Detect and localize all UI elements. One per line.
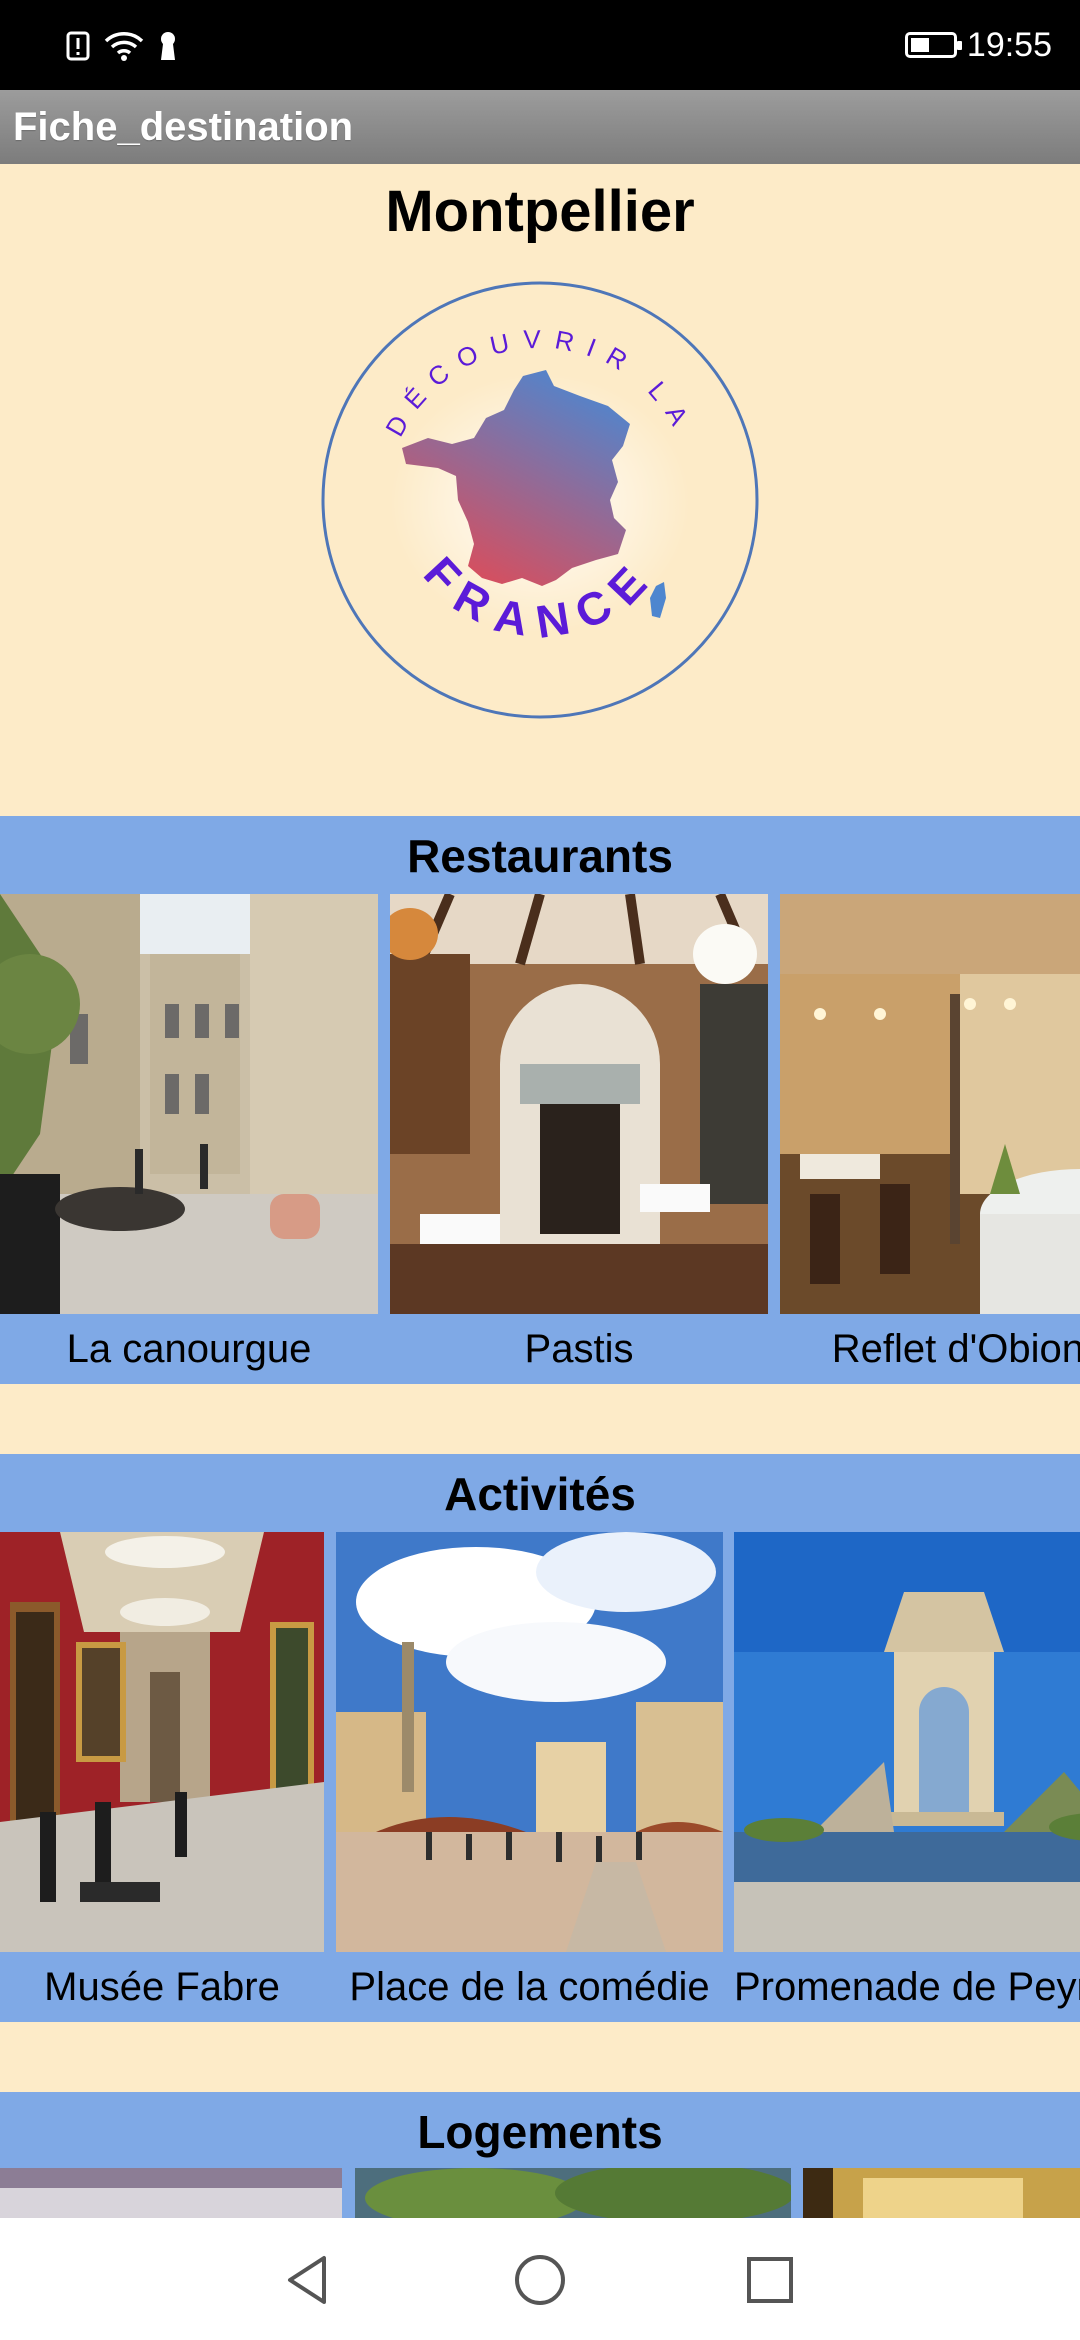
page-title: Montpellier [385,179,695,244]
section-header-activites: Activités [0,1454,1080,1534]
logement-photo[interactable] [803,2168,1080,2218]
decouvrir-la-france-logo: DÉCOUVRIR LA FRANCE [321,281,759,719]
app-bar-title: Fiche_destination [0,90,1080,164]
battery-icon [904,32,962,58]
restaurant-card[interactable]: Pastis [390,894,768,1384]
section-header-logements: Logements [0,2092,1080,2172]
activite-photo [0,1532,324,1952]
restaurant-photo [780,894,1080,1314]
activite-photo [336,1532,723,1952]
back-icon[interactable] [278,2248,342,2312]
navigation-bar [0,2218,1080,2340]
restaurant-label: Pastis [524,1327,634,1371]
status-time: 19:55 [966,25,1052,64]
keyhole-icon [161,32,175,60]
activites-carousel[interactable]: Musée Fabre Place de la comédie Promenad… [0,1532,1080,2022]
restaurant-photo [390,894,768,1314]
restaurant-card[interactable]: Reflet d'Obione [780,894,1080,1384]
activite-photo [734,1532,1080,1952]
wifi-icon [104,32,144,61]
recents-icon[interactable] [738,2248,802,2312]
section-header-restaurants: Restaurants [0,816,1080,896]
home-icon[interactable] [508,2248,572,2312]
activite-card[interactable]: Musée Fabre [0,1532,324,2022]
restaurant-card[interactable]: La canourgue [0,894,378,1384]
activite-label: Promenade de Peyrou [734,1965,1080,2009]
restaurant-label: Reflet d'Obione [831,1327,1080,1371]
activite-label: Place de la comédie [349,1965,710,2009]
activite-card[interactable]: Place de la comédie [336,1532,723,2022]
activite-card[interactable]: Promenade de Peyrou [734,1532,1080,2022]
activite-label: Musée Fabre [44,1965,280,2009]
restaurant-label: La canourgue [66,1327,312,1371]
logement-photo[interactable] [355,2168,791,2218]
logements-carousel[interactable] [0,2168,1080,2218]
logement-photo[interactable] [0,2168,342,2218]
alert-icon [66,31,90,61]
status-bar: 19:55 [0,0,1080,90]
restaurant-photo [0,894,378,1314]
restaurants-carousel[interactable]: La canourgue Pastis Reflet d'Obione [0,894,1080,1384]
